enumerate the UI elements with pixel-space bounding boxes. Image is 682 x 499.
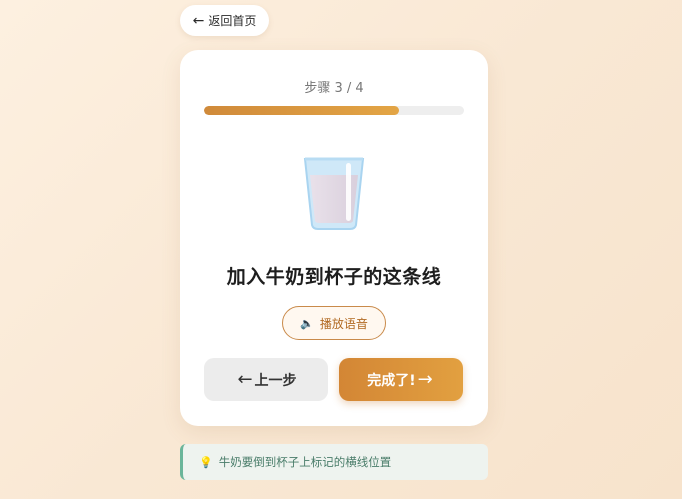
instruction-text: 加入牛奶到杯子的这条线 (226, 266, 442, 288)
previous-step-label: 上一步 (254, 372, 297, 389)
previous-step-button[interactable]: ← 上一步 (204, 358, 328, 401)
arrow-left-icon: ← (192, 12, 205, 29)
tip-text: 牛奶要倒到杯子上标记的横线位置 (218, 455, 392, 469)
lightbulb-icon: 💡 (199, 455, 213, 469)
back-home-button[interactable]: ← 返回首页 (180, 5, 269, 36)
step-counter: 步骤 3 / 4 (304, 81, 364, 96)
progress-bar (204, 106, 464, 115)
tip-box: 💡 牛奶要倒到杯子上标记的横线位置 (180, 444, 488, 480)
done-label: 完成了! (367, 372, 416, 389)
glass-of-milk-icon (300, 155, 368, 231)
progress-fill (204, 106, 399, 115)
arrow-right-icon: → (417, 369, 433, 390)
back-home-label: 返回首页 (208, 14, 257, 28)
arrow-left-icon: ← (237, 369, 253, 390)
done-button[interactable]: 完成了! → (339, 358, 463, 401)
step-card: 步骤 3 / 4 加入牛奶到杯子的这条线 🔈 播放语音 ← 上一步 完成了! → (180, 50, 488, 426)
play-voice-label: 播放语音 (319, 316, 368, 331)
speaker-icon: 🔈 (300, 316, 314, 330)
play-voice-button[interactable]: 🔈 播放语音 (282, 306, 386, 340)
